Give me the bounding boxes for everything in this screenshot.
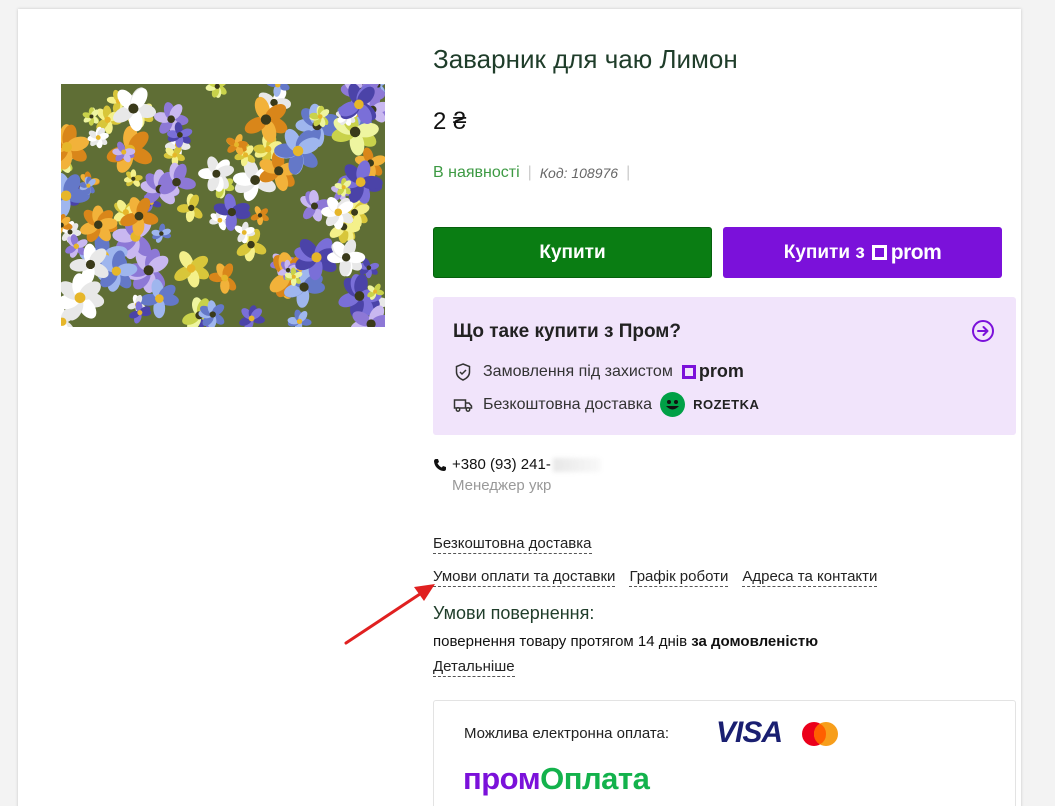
payment-delivery-link[interactable]: Умови оплати та доставки (433, 568, 616, 587)
prom-info-title: Що таке купити з Пром? (453, 321, 681, 342)
schedule-link[interactable]: Графік роботи (629, 568, 729, 587)
feature-protection-label: Замовлення під захистом (483, 362, 673, 380)
visa-logo: VISA (716, 716, 783, 749)
returns-text: повернення товару протягом 14 днів за до… (433, 633, 818, 650)
returns-details-link[interactable]: Детальніше (433, 658, 515, 677)
phone-number[interactable]: +380 (93) 241- (452, 456, 551, 473)
buy-with-prom-label: Купити з (783, 241, 865, 263)
buy-button[interactable]: Купити (433, 227, 712, 278)
phone-icon (434, 458, 446, 471)
address-contacts-link[interactable]: Адреса та контакти (742, 568, 878, 587)
prom-oplata-part2: Оплата (540, 761, 650, 796)
prom-logo-word: prom (890, 240, 942, 264)
truck-icon (453, 398, 473, 412)
buy-button-label: Купити (539, 241, 606, 263)
rozetka-logo: ROZETKA (660, 392, 759, 417)
returns-text-bold: за домовленістю (691, 633, 819, 650)
rozetka-smile-icon (660, 392, 686, 417)
status-row: В наявності | Код: 108976 | (433, 164, 638, 182)
separator: | (626, 164, 631, 181)
manager-label: Менеджер укр (452, 477, 552, 494)
annotation-arrow-icon (344, 584, 435, 645)
prom-square-icon (871, 245, 887, 260)
prom-logo: prom (871, 240, 942, 265)
free-delivery-link[interactable]: Безкоштовна доставка (433, 535, 592, 554)
product-title: Заварник для чаю Лимон (433, 44, 738, 74)
availability-status: В наявності (433, 164, 520, 181)
payment-box: Можлива електронна оплата: VISA промОпла… (433, 700, 1016, 806)
rozetka-word: ROZETKA (693, 397, 760, 412)
shield-check-icon (455, 362, 471, 381)
prom-info-box: Що таке купити з Пром? Замовлення під за… (433, 297, 1016, 435)
prom-logo-word: prom (698, 361, 744, 381)
prom-logo: prom (681, 361, 744, 382)
phone-row[interactable]: +380 (93) 241- (433, 456, 601, 473)
info-links-row: Умови оплати та доставки Графік роботи А… (433, 568, 878, 587)
payment-label: Можлива електронна оплата: (464, 725, 670, 742)
product-card: Заварник для чаю Лимон 2 ₴ В наявності |… (18, 9, 1021, 806)
prom-square-icon (681, 364, 696, 379)
product-price: 2 ₴ (433, 108, 467, 135)
returns-text-main: повернення товару протягом 14 днів (433, 633, 688, 650)
feature-delivery-label: Безкоштовна доставка (483, 395, 653, 413)
buy-with-prom-button[interactable]: Купити з prom (723, 227, 1002, 278)
product-image[interactable] (61, 84, 385, 327)
separator: | (527, 164, 532, 181)
product-code: Код: 108976 (539, 165, 619, 181)
feature-delivery: Безкоштовна доставка ROZETKA (453, 392, 759, 417)
mastercard-logo-icon (802, 722, 838, 746)
arrow-right-circle-icon[interactable] (971, 319, 995, 343)
feature-protection: Замовлення під захистом prom (453, 361, 744, 382)
prom-oplata-logo: промОплата (463, 761, 650, 797)
phone-blur-mask (552, 457, 601, 472)
returns-title: Умови повернення: (433, 603, 595, 623)
prom-oplata-part1: пром (463, 761, 541, 796)
